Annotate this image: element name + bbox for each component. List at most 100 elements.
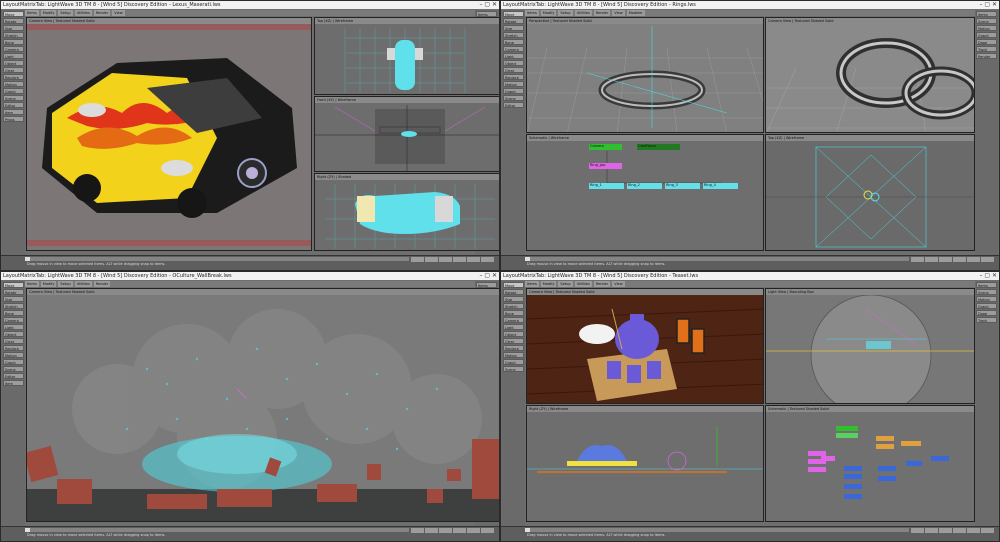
viewport-top-rings[interactable]: Top (XZ) | Wireframe: [765, 134, 975, 251]
tool-button[interactable]: Bone: [503, 39, 524, 45]
tool-button[interactable]: Items: [976, 11, 997, 17]
step-button[interactable]: [439, 257, 452, 262]
tool-button[interactable]: Object: [3, 331, 24, 337]
viewport-camera-rings[interactable]: Camera View | Textured Shaded Solid: [765, 17, 975, 133]
tool-button[interactable]: Rotate: [503, 289, 524, 295]
tab-modify[interactable]: Modify: [40, 10, 57, 16]
tab-view[interactable]: View: [612, 10, 625, 16]
tool-button[interactable]: Move: [3, 11, 24, 17]
viewport-camera-teaset[interactable]: Camera View | Textured Shaded Solid: [526, 288, 764, 404]
tab-items[interactable]: Items: [25, 281, 39, 287]
tool-button[interactable]: Clear: [3, 67, 24, 73]
tab-utilities[interactable]: Utilities: [574, 10, 592, 16]
tool-button[interactable]: Graph: [3, 88, 24, 94]
preview-button[interactable]: [967, 257, 980, 262]
tab-utilities[interactable]: Utilities: [74, 10, 92, 16]
viewport-light-teaset[interactable]: Light View | Bounding Box: [765, 288, 975, 404]
viewport-right-teaset[interactable]: Right (ZY) | Wireframe: [526, 405, 764, 522]
tool-button[interactable]: Size: [3, 296, 24, 302]
tool-button[interactable]: Rotate: [3, 289, 24, 295]
tool-button[interactable]: Motion: [3, 81, 24, 87]
timeline-thumb[interactable]: [25, 528, 30, 532]
tab-setup[interactable]: Setup: [58, 10, 73, 16]
tool-button[interactable]: Stretch: [503, 303, 524, 309]
tool-button[interactable]: Graph: [3, 359, 24, 365]
schematic-node-ring-3[interactable]: Ring_3: [665, 183, 700, 189]
key-button[interactable]: [953, 528, 966, 533]
tool-button[interactable]: Dope: [976, 310, 997, 316]
play-button[interactable]: [411, 257, 424, 262]
schematic-node-ring-group[interactable]: Ring_grp: [589, 163, 622, 169]
viewport-camera-wallbreak[interactable]: Camera View | Textured Shaded Solid: [26, 288, 499, 522]
tab-modify[interactable]: Modify: [540, 281, 557, 287]
tool-button[interactable]: Track: [976, 317, 997, 323]
window-controls-icon[interactable]: – ▢ ✕: [479, 272, 497, 280]
tool-button[interactable]: Move: [503, 11, 524, 17]
viewport-perspective-rings[interactable]: Perspective | Textured Shaded Solid: [526, 17, 764, 133]
step-button[interactable]: [939, 528, 952, 533]
timeline-thumb[interactable]: [525, 528, 530, 532]
tool-button[interactable]: Scene: [3, 366, 24, 372]
tool-button[interactable]: Object: [503, 60, 524, 66]
tool-button[interactable]: Bone: [503, 310, 524, 316]
tool-button[interactable]: Replace: [3, 345, 24, 351]
tool-button[interactable]: Motion: [503, 352, 524, 358]
options-button[interactable]: [481, 528, 494, 533]
tool-button[interactable]: Clear: [503, 67, 524, 73]
tab-render[interactable]: Render: [593, 10, 611, 16]
tab-view[interactable]: View: [612, 281, 625, 287]
tool-button[interactable]: Move: [503, 282, 524, 288]
tool-button[interactable]: Replace: [3, 74, 24, 80]
viewport-schematic-teaset[interactable]: Schematic | Textured Shaded Solid: [765, 405, 975, 522]
tab-items[interactable]: Items: [525, 281, 539, 287]
tool-button[interactable]: Bone: [3, 39, 24, 45]
tab-setup[interactable]: Setup: [558, 10, 573, 16]
tool-button[interactable]: Size: [3, 25, 24, 31]
options-button[interactable]: [981, 257, 994, 262]
tool-button[interactable]: Light: [503, 324, 524, 330]
tool-button[interactable]: Editor: [3, 102, 24, 108]
stop-button[interactable]: [925, 528, 938, 533]
viewport-schematic-rings[interactable]: Schematic | Wireframe Camera CamFocus Ri…: [526, 134, 764, 251]
tab-items[interactable]: Items: [25, 10, 39, 16]
tool-button[interactable]: Dope: [976, 39, 997, 45]
window-controls-icon[interactable]: – ▢ ✕: [979, 272, 997, 280]
play-button[interactable]: [911, 257, 924, 262]
step-button[interactable]: [939, 257, 952, 262]
tool-button[interactable]: Light: [3, 53, 24, 59]
timeline-slider[interactable]: [25, 528, 409, 532]
tool-button[interactable]: Graph: [503, 88, 524, 94]
tool-button[interactable]: Scene: [976, 18, 997, 24]
tool-button[interactable]: Editor: [3, 373, 24, 379]
play-button[interactable]: [411, 528, 424, 533]
stop-button[interactable]: [425, 528, 438, 533]
tab-utilities[interactable]: Utilities: [74, 281, 92, 287]
tab-render[interactable]: Render: [593, 281, 611, 287]
stop-button[interactable]: [925, 257, 938, 262]
tool-button[interactable]: Stretch: [503, 32, 524, 38]
tool-button[interactable]: Track: [976, 46, 997, 52]
tool-button[interactable]: Camera: [3, 46, 24, 52]
tool-button[interactable]: Rotate: [3, 18, 24, 24]
schematic-node-ring-1[interactable]: Ring_1: [589, 183, 624, 189]
schematic-node-ring-4[interactable]: Ring_4: [703, 183, 738, 189]
tool-button[interactable]: Scene: [3, 95, 24, 101]
tool-button[interactable]: Props: [3, 116, 24, 122]
tab-modeler[interactable]: Modeler: [626, 10, 645, 16]
timeline-slider[interactable]: [25, 257, 409, 261]
window-controls-icon[interactable]: – ▢ ✕: [479, 1, 497, 9]
tool-button[interactable]: Clear: [3, 338, 24, 344]
tool-button[interactable]: Object: [503, 331, 524, 337]
viewport-top-car[interactable]: Top (XZ) | Wireframe: [314, 17, 499, 95]
schematic-node-ring-2[interactable]: Ring_2: [627, 183, 662, 189]
tool-button[interactable]: Size: [503, 296, 524, 302]
tool-button[interactable]: Replace: [503, 74, 524, 80]
stop-button[interactable]: [425, 257, 438, 262]
tab-setup[interactable]: Setup: [58, 281, 73, 287]
preview-button[interactable]: [967, 528, 980, 533]
viewport-right-car[interactable]: Right (ZY) | Shaded: [314, 173, 499, 251]
tool-button[interactable]: Graph: [976, 32, 997, 38]
tool-button[interactable]: Replace: [503, 345, 524, 351]
preview-button[interactable]: [467, 528, 480, 533]
tool-button[interactable]: Camera: [3, 317, 24, 323]
